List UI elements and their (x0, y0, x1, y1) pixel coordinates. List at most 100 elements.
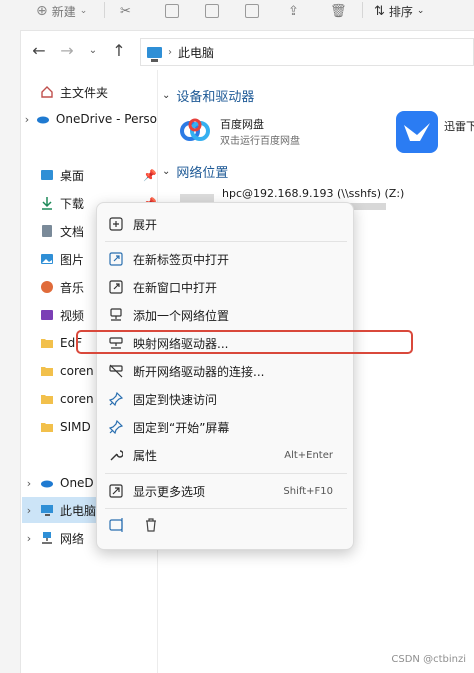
nav-label: 此电脑 (59, 503, 96, 518)
watermark: CSDN @ctbinzi (391, 654, 466, 665)
rename-button[interactable] (109, 517, 129, 537)
video-icon (41, 310, 53, 320)
delete-button[interactable]: 🗑 (330, 0, 347, 22)
network-drive-name[interactable]: hpc@192.168.9.193 (\\sshfs) (Z:) (222, 187, 404, 200)
section-devices-header[interactable]: ⌄ 设备和驱动器 (162, 86, 254, 105)
menu-item-expand[interactable]: 展开 (105, 211, 347, 237)
this-pc-icon (40, 505, 53, 516)
nav-item-network[interactable]: › 网络 (22, 526, 96, 550)
nav-item-documents[interactable]: 文档 (22, 219, 84, 243)
back-button[interactable]: ← (30, 42, 48, 60)
chevron-down-icon: ⌄ (162, 166, 171, 177)
nav-label: coren (60, 392, 94, 406)
nav-label: 网络 (60, 531, 85, 546)
xunlei-icon (396, 111, 438, 153)
recent-locations-button[interactable]: ⌄ (84, 42, 102, 60)
nav-label: 下载 (60, 196, 85, 211)
chevron-right-icon[interactable]: › (22, 113, 32, 126)
home-icon (41, 86, 53, 98)
section-title: 设备和驱动器 (176, 90, 255, 105)
sort-label: 排序 (388, 4, 413, 19)
nav-item-music[interactable]: 音乐 (22, 275, 84, 299)
chevron-right-icon[interactable]: › (22, 532, 36, 545)
rename-button[interactable] (245, 0, 259, 22)
open-new-tab-icon (109, 252, 123, 266)
plus-icon: ⊕ (36, 3, 48, 19)
nav-item-downloads[interactable]: 下载 (22, 191, 84, 215)
more-options-icon (109, 484, 123, 498)
menu-label: 添加一个网络位置 (133, 308, 230, 323)
desktop-icon (41, 170, 53, 180)
arrow-up-icon: ↑ (112, 41, 126, 60)
chevron-right-icon[interactable]: › (22, 477, 36, 490)
baidu-netdisk-name[interactable]: 百度网盘 (220, 116, 264, 132)
baidu-netdisk-subtitle: 双击运行百度网盘 (220, 136, 300, 147)
new-button[interactable]: ⊕ 新建 ⌄ (36, 0, 87, 22)
cloud-icon (36, 116, 49, 124)
chevron-right-icon: › (168, 46, 172, 58)
nav-label: 音乐 (60, 280, 85, 295)
nav-item-desktop[interactable]: 桌面 (22, 163, 84, 187)
pin-icon: 📌 (143, 169, 157, 182)
forward-button[interactable]: → (58, 42, 76, 60)
nav-label: coren (60, 364, 94, 378)
document-icon (42, 225, 52, 237)
window-edge (0, 30, 21, 673)
paste-icon (205, 4, 219, 18)
share-button[interactable]: ⇪ (288, 0, 299, 22)
share-icon: ⇪ (288, 3, 299, 19)
menu-item-pin-quick-access[interactable]: 固定到快速访问 (105, 386, 347, 412)
command-bar: ⊕ 新建 ⌄ ✂ ⇪ 🗑 ⇅ 排序 ⌄ (0, 0, 474, 31)
nav-item-folder[interactable]: coren (22, 387, 96, 411)
disconnect-drive-icon (109, 364, 123, 378)
nav-item-onedrive-personal[interactable]: › OneDrive - Perso (22, 107, 157, 131)
cut-button[interactable]: ✂ (120, 0, 131, 22)
section-network-header[interactable]: ⌄ 网络位置 (162, 162, 228, 181)
breadcrumb-this-pc[interactable]: 此电脑 (178, 44, 214, 61)
up-button[interactable]: ↑ (110, 42, 128, 60)
menu-label: 固定到快速访问 (133, 392, 218, 407)
copy-icon (165, 4, 179, 18)
nav-item-folder[interactable]: coren (22, 359, 96, 383)
expand-icon (109, 217, 123, 231)
sort-button[interactable]: ⇅ 排序 ⌄ (374, 0, 424, 22)
paste-button[interactable] (205, 0, 219, 22)
menu-item-show-more-options[interactable]: 显示更多选项 Shift+F10 (105, 478, 347, 504)
nav-item-home[interactable]: 主文件夹 (22, 80, 108, 104)
rename-icon (109, 518, 123, 532)
chevron-down-icon: ⌄ (79, 6, 88, 16)
network-icon (42, 532, 52, 544)
menu-item-open-new-window[interactable]: 在新窗口中打开 (105, 274, 347, 300)
delete-button[interactable] (143, 517, 163, 537)
context-menu: 展开 在新标签页中打开 在新窗口中打开 添加一个网络位置 映射网络驱动器... … (96, 202, 354, 550)
nav-item-onedrive[interactable]: › OneD (22, 471, 96, 495)
copy-button[interactable] (165, 0, 179, 22)
scissors-icon: ✂ (120, 3, 131, 19)
nav-item-videos[interactable]: 视频 (22, 303, 84, 327)
download-icon (42, 197, 52, 210)
nav-label: 主文件夹 (60, 85, 109, 100)
menu-label: 在新窗口中打开 (133, 280, 218, 295)
xunlei-name[interactable]: 迅雷下 (444, 118, 474, 134)
folder-icon (41, 367, 53, 376)
cloud-icon (41, 480, 53, 488)
address-bar[interactable]: › 此电脑 (140, 38, 474, 66)
menu-item-properties[interactable]: 属性 Alt+Enter (105, 442, 347, 468)
chevron-right-icon[interactable]: › (22, 504, 36, 517)
menu-label: 在新标签页中打开 (133, 252, 230, 267)
menu-label: 属性 (133, 448, 158, 463)
nav-item-folder[interactable]: SIMD (22, 415, 96, 439)
trash-icon: 🗑 (330, 3, 347, 19)
pin-icon (109, 420, 123, 434)
nav-label: 桌面 (60, 168, 85, 183)
toolbar-divider (362, 2, 363, 18)
nav-item-pictures[interactable]: 图片 (22, 247, 84, 271)
menu-shortcut: Shift+F10 (283, 485, 333, 497)
nav-item-this-pc[interactable]: › 此电脑 (22, 497, 96, 523)
menu-item-add-network-location[interactable]: 添加一个网络位置 (105, 302, 347, 328)
menu-item-disconnect-network-drive[interactable]: 断开网络驱动器的连接... (105, 358, 347, 384)
menu-item-pin-start[interactable]: 固定到“开始”屏幕 (105, 414, 347, 440)
picture-icon (41, 254, 53, 264)
menu-item-open-new-tab[interactable]: 在新标签页中打开 (105, 246, 347, 272)
rename-icon (245, 4, 259, 18)
